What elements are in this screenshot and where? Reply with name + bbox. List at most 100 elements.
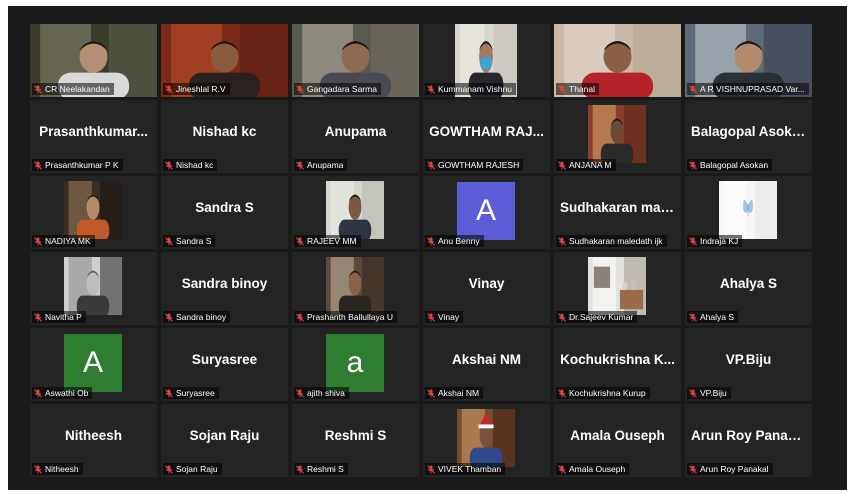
participant-tile[interactable]: Amala Ouseph Amala Ouseph [554, 404, 681, 477]
participant-avatar: A [457, 182, 515, 240]
participant-tile[interactable]: NADIYA MK [30, 176, 157, 249]
participant-display-name: Anupama [324, 124, 387, 139]
participant-name-text: Aswathi Ob [45, 388, 89, 398]
participant-tile[interactable]: Prasanthkumar... Prasanthkumar P K [30, 100, 157, 173]
participant-tile[interactable]: Suryasree Suryasree [161, 328, 288, 401]
participant-name-text: RAJEEV MM [307, 236, 357, 246]
participant-tile[interactable]: Sojan Raju Sojan Raju [161, 404, 288, 477]
participant-tile[interactable]: Vinay Vinay [423, 252, 550, 325]
participant-tile[interactable]: Sandra binoy Sandra binoy [161, 252, 288, 325]
participant-tile[interactable]: Akshai NM Akshai NM [423, 328, 550, 401]
participant-tile[interactable]: Balagopal Asokan Balagopal Asokan [685, 100, 812, 173]
participant-display-name: Reshmi S [324, 428, 387, 443]
participant-tile[interactable]: a ajith shiva [292, 328, 419, 401]
participant-name-label: Suryasree [163, 387, 219, 399]
muted-microphone-icon [558, 388, 566, 398]
participant-tile[interactable]: Nitheesh Nitheesh [30, 404, 157, 477]
participant-display-name: Sandra S [195, 200, 254, 215]
participant-tile[interactable]: VP.Biju VP.Biju [685, 328, 812, 401]
participant-tile[interactable]: Sudhakaran mal... Sudhakaran maledath ijk [554, 176, 681, 249]
participant-name-text: Jineshlal R.V [176, 84, 226, 94]
muted-microphone-icon [427, 312, 435, 322]
participant-tile[interactable]: A Anu Benny [423, 176, 550, 249]
muted-microphone-icon [427, 160, 435, 170]
participant-name-text: Sandra binoy [176, 312, 227, 322]
muted-microphone-icon [165, 236, 173, 246]
muted-microphone-icon [558, 236, 566, 246]
participant-name-label: CR Neelakandan [32, 83, 114, 95]
participant-tile[interactable]: CR Neelakandan [30, 24, 157, 97]
participant-display-name: GOWTHAM RAJ... [429, 124, 544, 139]
participant-profile-photo [64, 181, 122, 239]
participant-name-text: Thanal [569, 84, 595, 94]
participant-display-name: Nitheesh [64, 428, 122, 443]
participant-tile[interactable]: Anupama Anupama [292, 100, 419, 173]
participant-name-text: CR Neelakandan [45, 84, 110, 94]
participant-tile[interactable]: Prashanth Ballullaya U [292, 252, 419, 325]
participant-display-name: Sandra binoy [181, 276, 268, 291]
participant-tile[interactable]: Sandra S Sandra S [161, 176, 288, 249]
participant-tile[interactable]: Navitha P [30, 252, 157, 325]
participant-tile[interactable]: Ahalya S Ahalya S [685, 252, 812, 325]
participant-tile[interactable]: Nishad kc Nishad kc [161, 100, 288, 173]
participant-tile[interactable]: Thanal [554, 24, 681, 97]
participant-display-name: Amala Ouseph [570, 428, 665, 443]
participant-name-text: NADIYA MK [45, 236, 91, 246]
video-call-window: CR Neelakandan Jineshlal R.V Gangadara Sar… [8, 6, 847, 490]
participant-name-label: Sandra binoy [163, 311, 231, 323]
participant-tile[interactable]: VIVEK Thamban [423, 404, 550, 477]
participant-tile[interactable]: Kochukrishna K... Kochukrishna Kurup [554, 328, 681, 401]
participant-name-label: Kochukrishna Kurup [556, 387, 650, 399]
participant-display-name: VP.Biju [725, 352, 772, 367]
participant-name-label: Nitheesh [32, 463, 83, 475]
muted-microphone-icon [689, 388, 697, 398]
participant-name-text: Ahalya S [700, 312, 735, 322]
participant-name-text: Nitheesh [45, 464, 79, 474]
participant-name-text: VIVEK Thamban [438, 464, 502, 474]
participant-display-name: Ahalya S [719, 276, 778, 291]
participant-name-text: Gangadara Sarma [307, 84, 377, 94]
participant-tile[interactable]: Indraja KJ [685, 176, 812, 249]
participant-tile[interactable]: Gangadara Sarma [292, 24, 419, 97]
participant-name-label: Arun Roy Panakal [687, 463, 773, 475]
participant-name-label: A R VISHNUPRASAD Var... [687, 83, 809, 95]
participant-tile[interactable]: RAJEEV MM [292, 176, 419, 249]
muted-microphone-icon [34, 312, 42, 322]
participant-name-label: Gangadara Sarma [294, 83, 381, 95]
muted-microphone-icon [296, 236, 304, 246]
participant-tile[interactable]: Reshmi S Reshmi S [292, 404, 419, 477]
participant-name-label: Jineshlal R.V [163, 83, 230, 95]
participant-name-text: GOWTHAM RAJESH [438, 160, 520, 170]
participant-name-label: Vinay [425, 311, 464, 323]
participant-tile[interactable]: Arun Roy Panakal Arun Roy Panakal [685, 404, 812, 477]
muted-microphone-icon [558, 160, 566, 170]
participant-name-text: VP.Biju [700, 388, 727, 398]
muted-microphone-icon [296, 388, 304, 398]
participant-display-name: Kochukrishna K... [560, 352, 675, 367]
participant-tile[interactable]: Kummanam Vishnu [423, 24, 550, 97]
muted-microphone-icon [689, 312, 697, 322]
participant-name-text: Indraja KJ [700, 236, 739, 246]
participant-tile[interactable]: A R VISHNUPRASAD Var... [685, 24, 812, 97]
participant-profile-photo [64, 257, 122, 315]
muted-microphone-icon [165, 388, 173, 398]
participant-name-text: Balagopal Asokan [700, 160, 769, 170]
participant-name-text: ANJANA M [569, 160, 612, 170]
participant-name-label: RAJEEV MM [294, 235, 361, 247]
participant-display-name: Arun Roy Panakal [691, 428, 807, 443]
participant-tile[interactable]: Dr.Sajeev Kumar [554, 252, 681, 325]
participant-avatar: a [326, 334, 384, 392]
participant-tile[interactable]: A Aswathi Ob [30, 328, 157, 401]
participant-name-label: Ahalya S [687, 311, 739, 323]
participant-name-label: NADIYA MK [32, 235, 95, 247]
participant-tile[interactable]: ANJANA M [554, 100, 681, 173]
muted-microphone-icon [558, 464, 566, 474]
participant-name-text: Anupama [307, 160, 344, 170]
muted-microphone-icon [689, 160, 697, 170]
participant-tile[interactable]: GOWTHAM RAJ... GOWTHAM RAJESH [423, 100, 550, 173]
participant-name-text: Sandra S [176, 236, 212, 246]
muted-microphone-icon [296, 312, 304, 322]
participant-display-name: Suryasree [191, 352, 258, 367]
participant-name-label: Prashanth Ballullaya U [294, 311, 397, 323]
participant-tile[interactable]: Jineshlal R.V [161, 24, 288, 97]
